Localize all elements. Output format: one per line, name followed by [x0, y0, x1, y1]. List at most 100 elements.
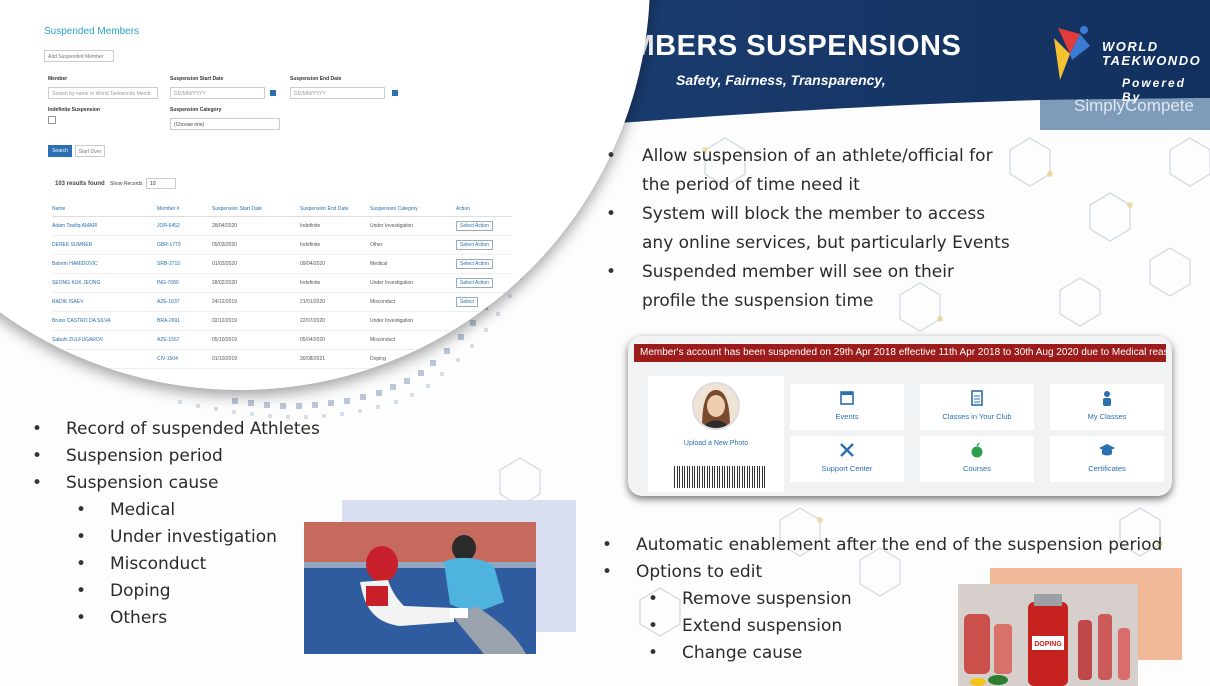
- slide-subtitle: Safety, Fairness, Transparency,: [676, 72, 886, 88]
- calendar-icon[interactable]: [270, 90, 276, 96]
- table-cell: Indefinite: [300, 273, 370, 293]
- action-cell[interactable]: Select Action: [456, 235, 512, 255]
- doping-vials-icon: DOPING: [958, 584, 1138, 686]
- table-cell: Indefinite: [300, 235, 370, 255]
- table-row[interactable]: Sabuhi ZULFUGAROV AZE-1567 05/10/2019 05/04…: [52, 330, 512, 350]
- table-cell: 02/12/2019: [212, 311, 300, 331]
- action-cell[interactable]: [456, 330, 512, 350]
- select-action-button[interactable]: Select Action: [456, 278, 493, 288]
- member-label: Member: [48, 76, 68, 82]
- table-row[interactable]: Adam Tawfiq AMARI JOR-6452 28/04/2020 Indef…: [52, 216, 512, 236]
- table-cell: 09/04/2020: [300, 254, 370, 274]
- end-date-input[interactable]: DD/MM/YYYY: [290, 87, 385, 99]
- member-name-cell[interactable]: Bahrim HAMIDOVIC: [52, 254, 157, 274]
- indefinite-checkbox[interactable]: [48, 116, 56, 124]
- member-search-input[interactable]: Search by name or World Taekwondo Memb: [48, 87, 158, 99]
- table-cell: Other: [370, 235, 456, 255]
- list-item: Doping: [76, 578, 277, 605]
- member-name-cell[interactable]: SEONG KUK JEONG: [52, 273, 157, 293]
- table-cell: Under Investigation: [370, 273, 456, 293]
- taekwondo-medical-photo: [304, 522, 536, 654]
- cause-sub-list: Medical Under investigation Misconduct D…: [76, 497, 277, 632]
- list-item: Under investigation: [76, 524, 277, 551]
- wt-logo-text: WORLD TAEKWONDO: [1102, 40, 1201, 68]
- member-id-cell: SRB-2715: [157, 254, 212, 274]
- table-row[interactable]: Bahrim HAMIDOVIC SRB-2715 01/03/2020 09/04/…: [52, 254, 512, 274]
- graduation-cap-icon: [1099, 444, 1115, 456]
- list-item: Extend suspension: [648, 613, 852, 640]
- tile-courses[interactable]: Courses: [920, 436, 1034, 482]
- simplycompete-logo: SimplyCompete: [1074, 96, 1194, 115]
- col-header[interactable]: Suspension Start Date: [212, 205, 300, 217]
- avatar[interactable]: [692, 382, 740, 430]
- member-id-cell: JOR-6452: [157, 216, 212, 236]
- tile-label: Support Center: [821, 464, 873, 473]
- col-header[interactable]: Member #: [157, 205, 212, 217]
- member-id-cell: AZE-1637: [157, 292, 212, 312]
- table-cell: 01/03/2020: [212, 254, 300, 274]
- table-row[interactable]: Bruno CASTRO DA SILVA BRA-2691 02/12/2019 2…: [52, 311, 512, 331]
- member-id-cell: CIV-1504: [157, 349, 212, 369]
- records-select[interactable]: 10: [146, 178, 176, 189]
- tools-icon: [840, 443, 854, 457]
- member-id-cell: AZE-1567: [157, 330, 212, 350]
- table-cell: 05/10/2019: [212, 330, 300, 350]
- category-label: Suspension Category: [170, 107, 222, 113]
- results-count: 103 results found: [55, 181, 105, 187]
- tile-label: Courses: [963, 464, 991, 473]
- tile-events[interactable]: Events: [790, 384, 904, 430]
- calendar-icon: [840, 391, 854, 405]
- tile-classes-in-club[interactable]: Classes in Your Club: [920, 384, 1034, 430]
- col-header[interactable]: Suspension End Date: [300, 205, 370, 217]
- action-cell[interactable]: [456, 311, 512, 331]
- select-action-button[interactable]: Select: [456, 297, 478, 307]
- start-date-input[interactable]: DD/MM/YYYY: [170, 87, 265, 99]
- tile-my-classes[interactable]: My Classes: [1050, 384, 1164, 430]
- right-bullet-list: Allow suspension of an athlete/official …: [606, 142, 1010, 316]
- member-name-cell[interactable]: Adam Tawfiq AMARI: [52, 216, 157, 236]
- upload-photo-link[interactable]: Upload a New Photo: [648, 440, 784, 447]
- table-row[interactable]: SEONG KUK JEONG ING-7080 28/02/2020 Indefin…: [52, 273, 512, 293]
- table-cell: Under Investigation: [370, 311, 456, 331]
- action-cell[interactable]: Select: [456, 292, 512, 312]
- table-cell: Under Investigation: [370, 216, 456, 236]
- select-action-button[interactable]: Select Action: [456, 259, 493, 269]
- table-row[interactable]: DEREK SUMNER GBR-1779 05/03/2020 Indefinite…: [52, 235, 512, 255]
- member-name-cell[interactable]: RADIK ISAEV: [52, 292, 157, 312]
- select-action-button[interactable]: Select Action: [456, 221, 493, 231]
- avatar-photo-icon: [694, 384, 738, 428]
- start-over-button[interactable]: Start Over: [75, 145, 105, 157]
- action-cell[interactable]: Select Action: [456, 216, 512, 236]
- action-cell[interactable]: Select Action: [456, 273, 512, 293]
- member-name-cell[interactable]: Bruno CASTRO DA SILVA: [52, 311, 157, 331]
- category-select[interactable]: (Choose one): [170, 118, 280, 130]
- tile-certificates[interactable]: Certificates: [1050, 436, 1164, 482]
- member-name-cell[interactable]: DEREK SUMNER: [52, 235, 157, 255]
- table-cell: 22/07/2020: [300, 311, 370, 331]
- col-header[interactable]: Name: [52, 205, 157, 217]
- table-cell: 30/08/2021: [300, 349, 370, 369]
- list-item: Change cause: [648, 640, 852, 667]
- table-cell: Doping: [370, 349, 456, 369]
- start-date-label: Suspension Start Date: [170, 76, 224, 82]
- edit-options-list: Remove suspension Extend suspension Chan…: [648, 586, 852, 667]
- search-button[interactable]: Search: [48, 145, 72, 157]
- tile-label: Certificates: [1088, 464, 1126, 473]
- bullet-line: System will block the member to access: [642, 204, 986, 224]
- col-header[interactable]: Suspension Category: [370, 205, 456, 217]
- clipboard-icon: [971, 390, 983, 406]
- tile-label: Classes in Your Club: [942, 412, 1012, 421]
- action-cell[interactable]: [456, 349, 512, 369]
- list-item: Suspension cause: [32, 470, 320, 497]
- table-row[interactable]: RADIK ISAEV AZE-1637 24/12/2019 21/01/2020 M…: [52, 292, 512, 312]
- member-name-cell[interactable]: Sabuhi ZULFUGAROV: [52, 330, 157, 350]
- tile-support-center[interactable]: Support Center: [790, 436, 904, 482]
- add-suspended-member-button[interactable]: Add Suspended Member: [44, 50, 114, 62]
- table-cell: Misconduct: [370, 330, 456, 350]
- table-row[interactable]: ... CIV-1504 01/10/2019 30/08/2021 Doping: [52, 349, 512, 369]
- calendar-icon[interactable]: [392, 90, 398, 96]
- member-name-cell[interactable]: ...: [52, 349, 157, 369]
- table-cell: 28/04/2020: [212, 216, 300, 236]
- select-action-button[interactable]: Select Action: [456, 240, 493, 250]
- action-cell[interactable]: Select Action: [456, 254, 512, 274]
